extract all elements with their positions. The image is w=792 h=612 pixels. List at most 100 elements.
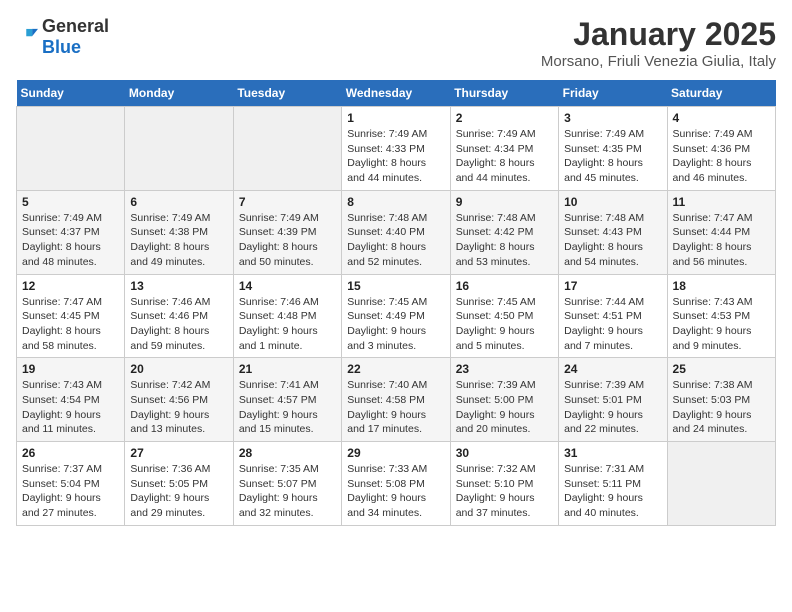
day-number: 26 <box>22 446 119 460</box>
calendar-cell: 11 Sunrise: 7:47 AM Sunset: 4:44 PM Dayli… <box>667 190 775 274</box>
calendar-cell: 23 Sunrise: 7:39 AM Sunset: 5:00 PM Dayli… <box>450 358 558 442</box>
calendar-cell: 14 Sunrise: 7:46 AM Sunset: 4:48 PM Dayli… <box>233 274 341 358</box>
day-number: 28 <box>239 446 336 460</box>
calendar-cell: 12Sunrise: 7:47 AM Sunset: 4:45 PM Dayli… <box>17 274 125 358</box>
day-info: Sunrise: 7:39 AM Sunset: 5:00 PM Dayligh… <box>456 378 553 437</box>
day-info: Sunrise: 7:36 AM Sunset: 5:05 PM Dayligh… <box>130 462 227 521</box>
day-info: Sunrise: 7:40 AM Sunset: 4:58 PM Dayligh… <box>347 378 444 437</box>
day-number: 5 <box>22 195 119 209</box>
day-number: 30 <box>456 446 553 460</box>
day-info: Sunrise: 7:48 AM Sunset: 4:40 PM Dayligh… <box>347 211 444 270</box>
calendar-table: SundayMondayTuesdayWednesdayThursdayFrid… <box>16 80 776 526</box>
day-number: 29 <box>347 446 444 460</box>
day-number: 25 <box>673 362 770 376</box>
day-number: 9 <box>456 195 553 209</box>
calendar-week-row: 26 Sunrise: 7:37 AM Sunset: 5:04 PM Dayli… <box>17 442 776 526</box>
day-info: Sunrise: 7:49 AM Sunset: 4:36 PM Dayligh… <box>673 127 770 186</box>
day-number: 18 <box>673 279 770 293</box>
day-info: Sunrise: 7:45 AM Sunset: 4:50 PM Dayligh… <box>456 295 553 354</box>
weekday-header-saturday: Saturday <box>667 80 775 107</box>
day-info: Sunrise: 7:42 AM Sunset: 4:56 PM Dayligh… <box>130 378 227 437</box>
calendar-cell: 16Sunrise: 7:45 AM Sunset: 4:50 PM Dayli… <box>450 274 558 358</box>
day-info: Sunrise: 7:49 AM Sunset: 4:38 PM Dayligh… <box>130 211 227 270</box>
day-number: 17 <box>564 279 661 293</box>
calendar-cell: 21Sunrise: 7:41 AM Sunset: 4:57 PM Dayli… <box>233 358 341 442</box>
day-info: Sunrise: 7:38 AM Sunset: 5:03 PM Dayligh… <box>673 378 770 437</box>
calendar-cell <box>125 107 233 191</box>
day-info: Sunrise: 7:49 AM Sunset: 4:33 PM Dayligh… <box>347 127 444 186</box>
day-info: Sunrise: 7:48 AM Sunset: 4:42 PM Dayligh… <box>456 211 553 270</box>
calendar-cell: 9 Sunrise: 7:48 AM Sunset: 4:42 PM Daylig… <box>450 190 558 274</box>
day-number: 12 <box>22 279 119 293</box>
calendar-week-row: 19Sunrise: 7:43 AM Sunset: 4:54 PM Dayli… <box>17 358 776 442</box>
day-number: 31 <box>564 446 661 460</box>
logo-blue-text: Blue <box>42 37 81 57</box>
logo-general-text: General <box>42 16 109 36</box>
calendar-cell: 3Sunrise: 7:49 AM Sunset: 4:35 PM Daylig… <box>559 107 667 191</box>
day-number: 4 <box>673 111 770 125</box>
calendar-cell: 20 Sunrise: 7:42 AM Sunset: 4:56 PM Dayli… <box>125 358 233 442</box>
day-info: Sunrise: 7:46 AM Sunset: 4:46 PM Dayligh… <box>130 295 227 354</box>
weekday-header-sunday: Sunday <box>17 80 125 107</box>
calendar-cell: 1 Sunrise: 7:49 AM Sunset: 4:33 PM Daylig… <box>342 107 450 191</box>
day-info: Sunrise: 7:46 AM Sunset: 4:48 PM Dayligh… <box>239 295 336 354</box>
day-info: Sunrise: 7:33 AM Sunset: 5:08 PM Dayligh… <box>347 462 444 521</box>
day-number: 15 <box>347 279 444 293</box>
day-number: 20 <box>130 362 227 376</box>
day-number: 27 <box>130 446 227 460</box>
day-number: 24 <box>564 362 661 376</box>
day-info: Sunrise: 7:31 AM Sunset: 5:11 PM Dayligh… <box>564 462 661 521</box>
calendar-cell: 22 Sunrise: 7:40 AM Sunset: 4:58 PM Dayli… <box>342 358 450 442</box>
calendar-cell: 28 Sunrise: 7:35 AM Sunset: 5:07 PM Dayli… <box>233 442 341 526</box>
calendar-cell <box>17 107 125 191</box>
calendar-week-row: 12Sunrise: 7:47 AM Sunset: 4:45 PM Dayli… <box>17 274 776 358</box>
calendar-week-row: 5 Sunrise: 7:49 AM Sunset: 4:37 PM Daylig… <box>17 190 776 274</box>
page-header: General Blue January 2025 Morsano, Friul… <box>16 16 776 70</box>
logo: General Blue <box>16 16 109 58</box>
calendar-cell: 5 Sunrise: 7:49 AM Sunset: 4:37 PM Daylig… <box>17 190 125 274</box>
weekday-header-monday: Monday <box>125 80 233 107</box>
day-number: 13 <box>130 279 227 293</box>
day-number: 8 <box>347 195 444 209</box>
day-number: 1 <box>347 111 444 125</box>
day-number: 22 <box>347 362 444 376</box>
day-number: 14 <box>239 279 336 293</box>
weekday-header-tuesday: Tuesday <box>233 80 341 107</box>
weekday-header-thursday: Thursday <box>450 80 558 107</box>
day-number: 6 <box>130 195 227 209</box>
calendar-cell: 13 Sunrise: 7:46 AM Sunset: 4:46 PM Dayli… <box>125 274 233 358</box>
weekday-header-friday: Friday <box>559 80 667 107</box>
day-info: Sunrise: 7:49 AM Sunset: 4:34 PM Dayligh… <box>456 127 553 186</box>
day-info: Sunrise: 7:43 AM Sunset: 4:53 PM Dayligh… <box>673 295 770 354</box>
calendar-cell <box>233 107 341 191</box>
calendar-title: January 2025 <box>541 16 776 53</box>
calendar-cell: 18 Sunrise: 7:43 AM Sunset: 4:53 PM Dayli… <box>667 274 775 358</box>
day-number: 23 <box>456 362 553 376</box>
calendar-cell: 4 Sunrise: 7:49 AM Sunset: 4:36 PM Daylig… <box>667 107 775 191</box>
calendar-cell: 7Sunrise: 7:49 AM Sunset: 4:39 PM Daylig… <box>233 190 341 274</box>
day-info: Sunrise: 7:47 AM Sunset: 4:44 PM Dayligh… <box>673 211 770 270</box>
calendar-cell: 29 Sunrise: 7:33 AM Sunset: 5:08 PM Dayli… <box>342 442 450 526</box>
day-number: 11 <box>673 195 770 209</box>
calendar-cell <box>667 442 775 526</box>
weekday-header-wednesday: Wednesday <box>342 80 450 107</box>
day-info: Sunrise: 7:49 AM Sunset: 4:37 PM Dayligh… <box>22 211 119 270</box>
calendar-cell: 8 Sunrise: 7:48 AM Sunset: 4:40 PM Daylig… <box>342 190 450 274</box>
day-number: 3 <box>564 111 661 125</box>
calendar-cell: 19Sunrise: 7:43 AM Sunset: 4:54 PM Dayli… <box>17 358 125 442</box>
day-info: Sunrise: 7:41 AM Sunset: 4:57 PM Dayligh… <box>239 378 336 437</box>
day-number: 7 <box>239 195 336 209</box>
day-info: Sunrise: 7:39 AM Sunset: 5:01 PM Dayligh… <box>564 378 661 437</box>
day-info: Sunrise: 7:35 AM Sunset: 5:07 PM Dayligh… <box>239 462 336 521</box>
calendar-cell: 25 Sunrise: 7:38 AM Sunset: 5:03 PM Dayli… <box>667 358 775 442</box>
title-section: January 2025 Morsano, Friuli Venezia Giu… <box>541 16 776 70</box>
day-info: Sunrise: 7:37 AM Sunset: 5:04 PM Dayligh… <box>22 462 119 521</box>
calendar-cell: 15Sunrise: 7:45 AM Sunset: 4:49 PM Dayli… <box>342 274 450 358</box>
day-number: 10 <box>564 195 661 209</box>
weekday-header-row: SundayMondayTuesdayWednesdayThursdayFrid… <box>17 80 776 107</box>
day-info: Sunrise: 7:44 AM Sunset: 4:51 PM Dayligh… <box>564 295 661 354</box>
calendar-cell: 17 Sunrise: 7:44 AM Sunset: 4:51 PM Dayli… <box>559 274 667 358</box>
calendar-cell: 6 Sunrise: 7:49 AM Sunset: 4:38 PM Daylig… <box>125 190 233 274</box>
logo-icon <box>16 26 38 48</box>
calendar-cell: 24 Sunrise: 7:39 AM Sunset: 5:01 PM Dayli… <box>559 358 667 442</box>
